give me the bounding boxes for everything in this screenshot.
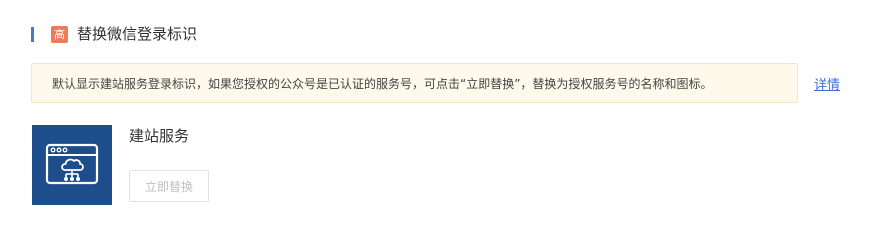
notice-text: 默认显示建站服务登录标识，如果您授权的公众号是已认证的服务号，可点击“立即替换”… bbox=[52, 76, 713, 91]
section-accent-bar bbox=[31, 26, 34, 42]
section-header: 高 替换微信登录标识 bbox=[31, 23, 197, 45]
level-badge: 高 bbox=[51, 25, 68, 43]
section-title: 替换微信登录标识 bbox=[77, 25, 198, 43]
details-link[interactable]: 详情 bbox=[814, 74, 840, 93]
replace-now-button[interactable]: 立即替换 bbox=[129, 170, 209, 202]
service-logo bbox=[32, 125, 112, 205]
replace-login-identity-panel: 高 替换微信登录标识 默认显示建站服务登录标识，如果您授权的公众号是已认证的服务… bbox=[0, 0, 881, 235]
service-name: 建站服务 bbox=[129, 127, 190, 145]
browser-cloud-network-icon bbox=[45, 143, 99, 185]
info-notice: 默认显示建站服务登录标识，如果您授权的公众号是已认证的服务号，可点击“立即替换”… bbox=[31, 63, 798, 103]
